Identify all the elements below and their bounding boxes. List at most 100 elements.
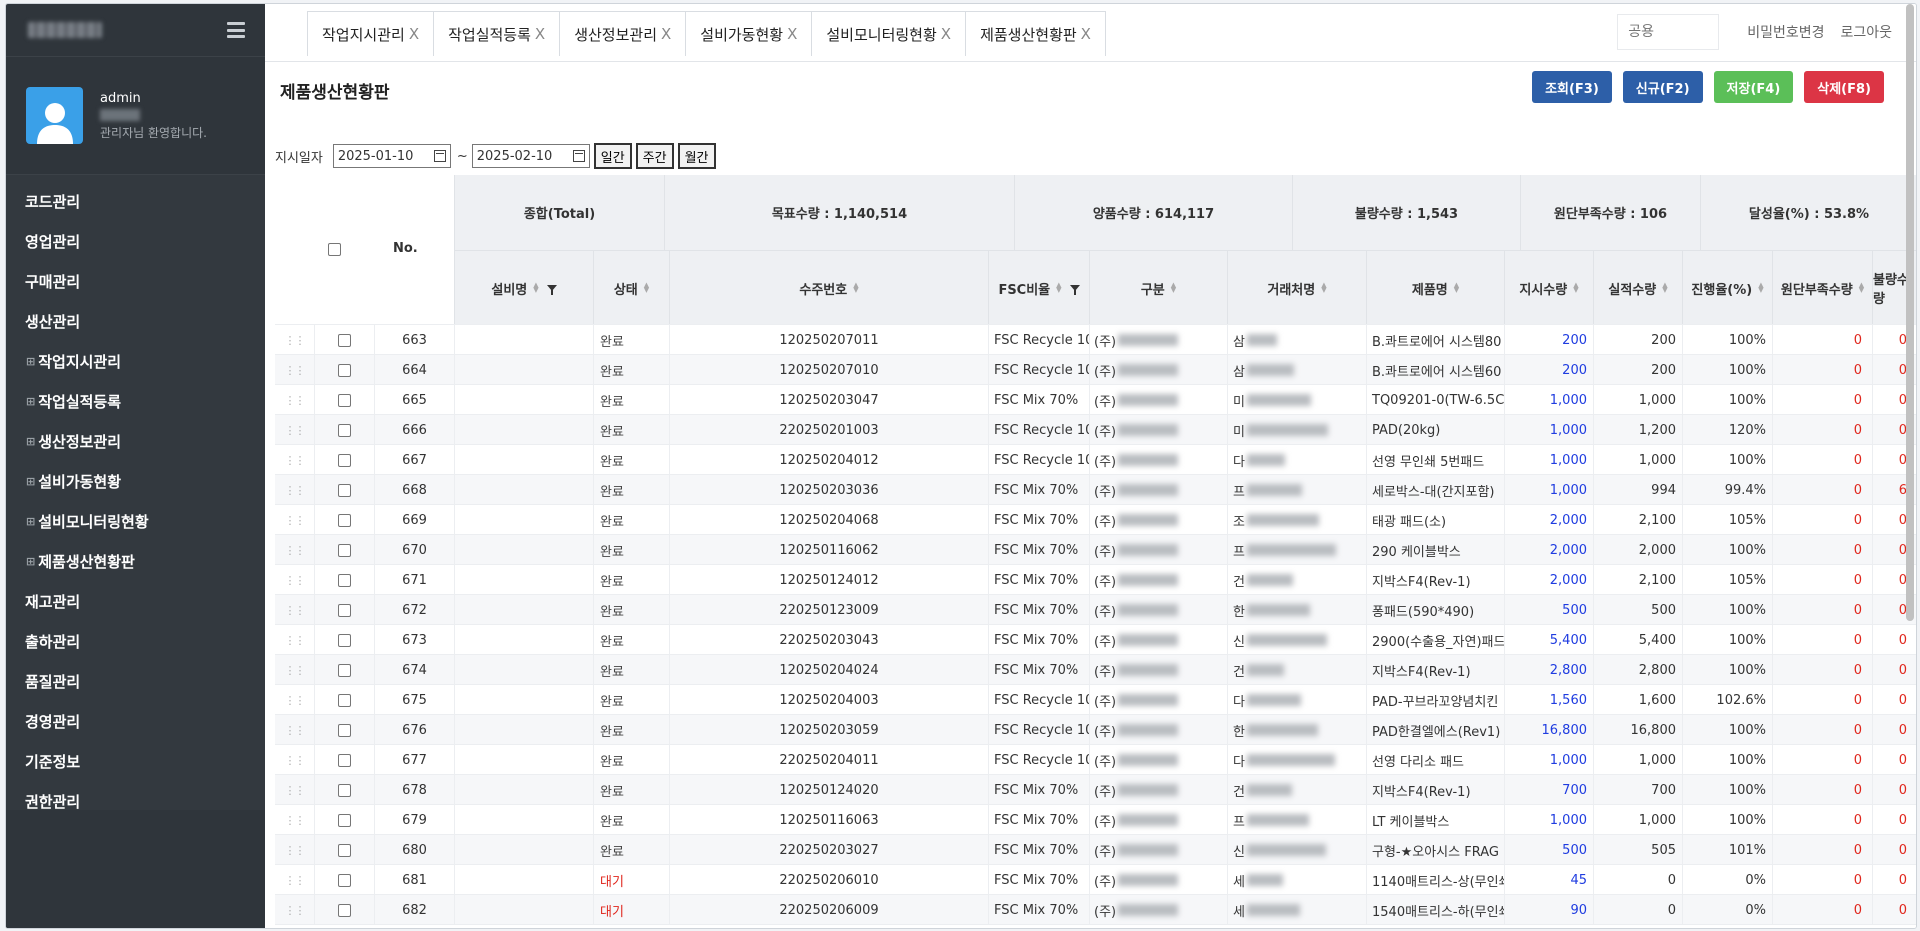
sidebar-item[interactable]: ⊞ 작업실적등록 — [6, 381, 265, 421]
select-all-checkbox[interactable] — [328, 243, 341, 256]
row-checkbox[interactable] — [338, 873, 351, 887]
row-checkbox[interactable] — [338, 783, 351, 797]
table-row[interactable]: ⋮⋮ 674 완료 120250204024 FSC Mix 70% (주) 건 지박스F4(… — [275, 655, 1916, 685]
sidebar-item[interactable]: 구매관리 — [6, 261, 265, 301]
drag-handle-icon[interactable]: ⋮⋮ — [285, 514, 306, 527]
tab[interactable]: 설비가동현황 X — [685, 11, 813, 56]
row-checkbox[interactable] — [338, 903, 351, 917]
row-checkbox[interactable] — [338, 483, 351, 497]
close-icon[interactable]: X — [941, 25, 951, 43]
tab[interactable]: 제품생산현황판 X — [965, 11, 1106, 56]
table-row[interactable]: ⋮⋮ 675 완료 120250204003 FSC Recycle 10 (주) 다 PAD… — [275, 685, 1916, 715]
row-checkbox[interactable] — [338, 663, 351, 677]
row-checkbox[interactable] — [338, 693, 351, 707]
vertical-scrollbar[interactable] — [1906, 4, 1914, 621]
table-row[interactable]: ⋮⋮ 672 완료 220250123009 FSC Mix 70% (주) 한 퐁패드(59… — [275, 595, 1916, 625]
table-row[interactable]: ⋮⋮ 673 완료 220250203043 FSC Mix 70% (주) 신 2900(수… — [275, 625, 1916, 655]
drag-handle-icon[interactable]: ⋮⋮ — [285, 904, 306, 917]
table-row[interactable]: ⋮⋮ 679 완료 120250116063 FSC Mix 70% (주) 프 LT 케이블… — [275, 805, 1916, 835]
table-row[interactable]: ⋮⋮ 680 완료 220250203027 FSC Mix 70% (주) 신 구형-★오아… — [275, 835, 1916, 865]
sidebar-item[interactable]: 품질관리 — [6, 661, 265, 701]
drag-handle-icon[interactable]: ⋮⋮ — [285, 424, 306, 437]
tab[interactable]: 생산정보관리 X — [559, 11, 687, 56]
monthly-button[interactable]: 월간 — [677, 143, 716, 169]
row-checkbox[interactable] — [338, 753, 351, 767]
search-button[interactable]: 조회(F3) — [1532, 71, 1612, 103]
calendar-icon[interactable] — [572, 150, 585, 162]
close-icon[interactable]: X — [661, 25, 671, 43]
drag-handle-icon[interactable]: ⋮⋮ — [285, 844, 306, 857]
row-checkbox[interactable] — [338, 393, 351, 407]
row-checkbox[interactable] — [338, 543, 351, 557]
row-checkbox[interactable] — [338, 573, 351, 587]
table-row[interactable]: ⋮⋮ 671 완료 120250124012 FSC Mix 70% (주) 건 지박스F4(… — [275, 565, 1916, 595]
table-row[interactable]: ⋮⋮ 664 완료 120250207010 FSC Recycle 10 (주) 삼 B.콰… — [275, 355, 1916, 385]
table-row[interactable]: ⋮⋮ 663 완료 120250207011 FSC Recycle 10 (주) 삼 B.콰… — [275, 325, 1916, 355]
drag-handle-icon[interactable]: ⋮⋮ — [285, 454, 306, 467]
filter-icon[interactable] — [546, 285, 557, 295]
drag-handle-icon[interactable]: ⋮⋮ — [285, 754, 306, 767]
row-checkbox[interactable] — [338, 723, 351, 737]
menu-toggle-icon[interactable] — [227, 22, 245, 38]
row-checkbox[interactable] — [338, 843, 351, 857]
logout-link[interactable]: 로그아웃 — [1840, 22, 1892, 42]
sidebar-item[interactable]: 생산관리 — [6, 301, 265, 341]
common-input[interactable] — [1617, 14, 1720, 50]
drag-handle-icon[interactable]: ⋮⋮ — [285, 664, 306, 677]
row-checkbox[interactable] — [338, 603, 351, 617]
table-row[interactable]: ⋮⋮ 667 완료 120250204012 FSC Recycle 10 (주) 다 선영 … — [275, 445, 1916, 475]
row-checkbox[interactable] — [338, 453, 351, 467]
drag-handle-icon[interactable]: ⋮⋮ — [285, 544, 306, 557]
table-row[interactable]: ⋮⋮ 670 완료 120250116062 FSC Mix 70% (주) 프 290 케이… — [275, 535, 1916, 565]
calendar-icon[interactable] — [433, 150, 446, 162]
tab[interactable]: 설비모니터링현황 X — [811, 11, 967, 56]
save-button[interactable]: 저장(F4) — [1713, 71, 1794, 103]
row-checkbox[interactable] — [338, 813, 351, 827]
sidebar-item[interactable]: 출하관리 — [6, 621, 265, 661]
filter-icon[interactable] — [1069, 285, 1080, 295]
sidebar-item[interactable]: 경영관리 — [6, 701, 265, 741]
drag-handle-icon[interactable]: ⋮⋮ — [285, 604, 306, 617]
sidebar-item[interactable]: 영업관리 — [6, 221, 265, 261]
drag-handle-icon[interactable]: ⋮⋮ — [285, 814, 306, 827]
new-button[interactable]: 신규(F2) — [1622, 71, 1703, 103]
sidebar-item[interactable]: ⊞ 설비가동현황 — [6, 461, 265, 501]
drag-handle-icon[interactable]: ⋮⋮ — [285, 694, 306, 707]
weekly-button[interactable]: 주간 — [635, 143, 674, 169]
date-to-field[interactable]: 2025-02-10 — [471, 144, 590, 168]
table-row[interactable]: ⋮⋮ 678 완료 120250124020 FSC Mix 70% (주) 건 지박스F4(… — [275, 775, 1916, 805]
table-row[interactable]: ⋮⋮ 681 대기 220250206010 FSC Mix 70% (주) 세 1140매트… — [275, 865, 1916, 895]
drag-handle-icon[interactable]: ⋮⋮ — [285, 574, 306, 587]
sidebar-item[interactable]: 재고관리 — [6, 581, 265, 621]
drag-handle-icon[interactable]: ⋮⋮ — [285, 724, 306, 737]
tab[interactable]: 작업지시관리 X — [307, 11, 435, 56]
table-row[interactable]: ⋮⋮ 668 완료 120250203036 FSC Mix 70% (주) 프 세로박스-대… — [275, 475, 1916, 505]
drag-handle-icon[interactable]: ⋮⋮ — [285, 784, 306, 797]
table-row[interactable]: ⋮⋮ 682 대기 220250206009 FSC Mix 70% (주) 세 1540매트… — [275, 895, 1916, 925]
drag-handle-icon[interactable]: ⋮⋮ — [285, 634, 306, 647]
table-row[interactable]: ⋮⋮ 676 완료 120250203059 FSC Recycle 10 (주) 한 PAD… — [275, 715, 1916, 745]
daily-button[interactable]: 일간 — [593, 143, 632, 169]
table-row[interactable]: ⋮⋮ 666 완료 220250201003 FSC Recycle 10 (주) 미 PAD… — [275, 415, 1916, 445]
close-icon[interactable]: X — [1081, 25, 1091, 43]
change-password-link[interactable]: 비밀번호변경 — [1747, 22, 1824, 42]
close-icon[interactable]: X — [787, 25, 797, 43]
table-row[interactable]: ⋮⋮ 665 완료 120250203047 FSC Mix 70% (주) 미 TQ0920… — [275, 385, 1916, 415]
sidebar-item[interactable]: 기준정보 — [6, 741, 265, 781]
row-checkbox[interactable] — [338, 333, 351, 347]
sidebar-item[interactable]: ⊞ 생산정보관리 — [6, 421, 265, 461]
table-row[interactable]: ⋮⋮ 677 완료 220250204011 FSC Recycle 10 (주) 다 선영 … — [275, 745, 1916, 775]
row-checkbox[interactable] — [338, 513, 351, 527]
sidebar-item[interactable]: ⊞ 설비모니터링현황 — [6, 501, 265, 541]
drag-handle-icon[interactable]: ⋮⋮ — [285, 334, 306, 347]
row-checkbox[interactable] — [338, 423, 351, 437]
sidebar-item[interactable]: ⊞ 제품생산현황판 — [6, 541, 265, 581]
sidebar-item[interactable]: 코드관리 — [6, 181, 265, 221]
tab[interactable]: 작업실적등록 X — [433, 11, 561, 56]
drag-handle-icon[interactable]: ⋮⋮ — [285, 394, 306, 407]
row-checkbox[interactable] — [338, 363, 351, 377]
table-row[interactable]: ⋮⋮ 669 완료 120250204068 FSC Mix 70% (주) 조 태광 패드(… — [275, 505, 1916, 535]
sidebar-item[interactable]: ⊞ 작업지시관리 — [6, 341, 265, 381]
delete-button[interactable]: 삭제(F8) — [1804, 71, 1884, 103]
drag-handle-icon[interactable]: ⋮⋮ — [285, 874, 306, 887]
